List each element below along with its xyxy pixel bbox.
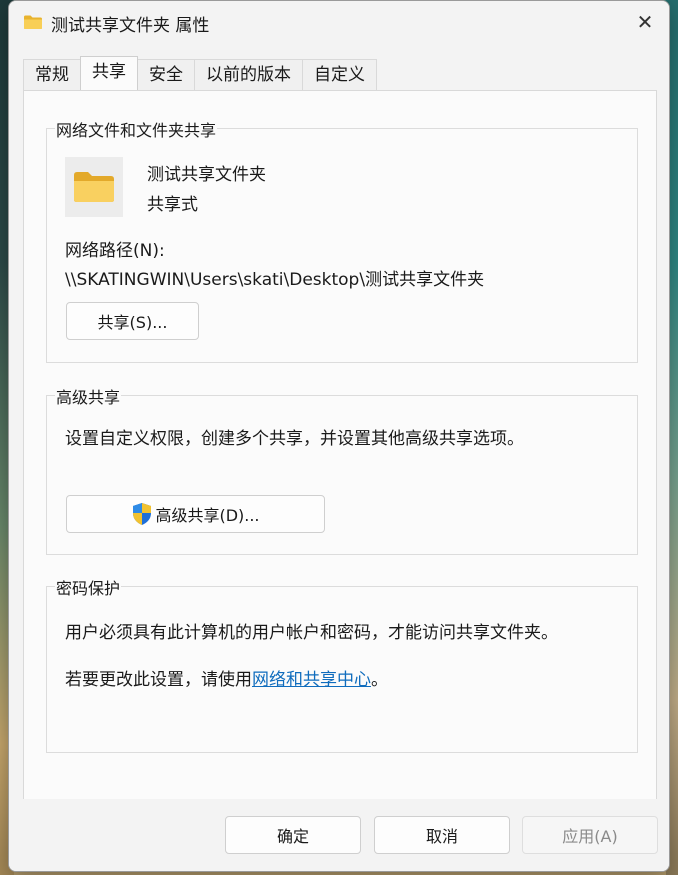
- password-protection-group: 密码保护 用户必须具有此计算机的用户帐户和密码，才能访问共享文件夹。 若要更改此…: [46, 575, 638, 753]
- advanced-sharing-button-label: 高级共享(D)...: [155, 506, 260, 525]
- folder-icon: [23, 14, 43, 30]
- uac-shield-icon: [131, 502, 153, 526]
- group-legend: 网络文件和文件夹共享: [55, 117, 218, 141]
- password-protection-change-hint: 若要更改此设置，请使用网络和共享中心。: [65, 665, 388, 690]
- network-sharing-center-link[interactable]: 网络和共享中心: [252, 670, 371, 690]
- advanced-sharing-button[interactable]: 高级共享(D)...: [66, 495, 325, 533]
- password-protection-note: 用户必须具有此计算机的用户帐户和密码，才能访问共享文件夹。: [65, 623, 558, 643]
- share-state: 共享式: [147, 195, 198, 215]
- tab-security[interactable]: 安全: [137, 59, 195, 90]
- tab-general[interactable]: 常规: [23, 59, 81, 90]
- network-sharing-group: 网络文件和文件夹共享 测试共享文件夹 共享式 网络路径(N): \\SKATIN…: [46, 117, 638, 363]
- title-bar[interactable]: 测试共享文件夹 属性 ✕: [9, 1, 669, 45]
- close-button[interactable]: ✕: [621, 1, 669, 43]
- apply-button[interactable]: 应用(A): [522, 816, 658, 854]
- hint-suffix: 。: [371, 670, 388, 690]
- network-path-label: 网络路径(N):: [65, 241, 165, 261]
- tab-sharing[interactable]: 共享: [80, 56, 138, 90]
- group-legend: 密码保护: [55, 575, 122, 599]
- advanced-sharing-group: 高级共享 设置自定义权限，创建多个共享，并设置其他高级共享选项。 高级共享(D)…: [46, 384, 638, 555]
- ok-button[interactable]: 确定: [225, 816, 361, 854]
- folder-name: 测试共享文件夹: [147, 165, 266, 185]
- large-folder-icon: [65, 157, 123, 217]
- advanced-sharing-description: 设置自定义权限，创建多个共享，并设置其他高级共享选项。: [65, 429, 524, 449]
- close-icon: ✕: [636, 10, 654, 34]
- tab-previous-versions[interactable]: 以前的版本: [194, 59, 303, 90]
- group-legend: 高级共享: [55, 384, 122, 408]
- tab-strip: 常规 共享 安全 以前的版本 自定义: [23, 56, 377, 91]
- network-path-value: \\SKATINGWIN\Users\skati\Desktop\测试共享文件夹: [65, 270, 485, 290]
- sharing-panel: 网络文件和文件夹共享 测试共享文件夹 共享式 网络路径(N): \\SKATIN…: [23, 90, 657, 800]
- dialog-footer: 确定 取消 应用(A): [9, 799, 669, 871]
- cancel-button[interactable]: 取消: [374, 816, 510, 854]
- properties-dialog: 测试共享文件夹 属性 ✕ 常规 共享 安全 以前的版本 自定义 网络文件和文件夹…: [8, 0, 670, 872]
- share-button[interactable]: 共享(S)...: [66, 302, 199, 340]
- tab-customize[interactable]: 自定义: [302, 59, 377, 90]
- window-title: 测试共享文件夹 属性: [51, 16, 210, 36]
- hint-prefix: 若要更改此设置，请使用: [65, 670, 252, 690]
